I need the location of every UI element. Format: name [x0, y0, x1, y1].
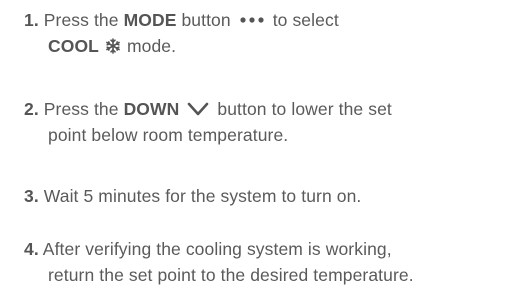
- step-line-2: return the set point to the desired temp…: [48, 265, 414, 285]
- step-text: Wait 5 minutes for the system to turn on…: [43, 186, 362, 206]
- down-button-label: DOWN: [123, 99, 180, 119]
- step-number: 2.: [24, 99, 39, 119]
- step-3: 3. Wait 5 minutes for the system to turn…: [24, 183, 504, 209]
- step-line-2: COOL mode.: [24, 33, 504, 59]
- step-text: button to lower the set: [217, 99, 392, 119]
- step-text: to select: [272, 10, 339, 30]
- cool-mode-label: COOL: [48, 36, 99, 56]
- step-4: 4. After verifying the cooling system is…: [24, 236, 504, 288]
- step-number: 3.: [24, 186, 39, 206]
- step-2: 2. Press the DOWN button to lower the set…: [24, 96, 504, 148]
- dots-icon: [240, 17, 264, 23]
- step-1: 1. Press the MODE button to select COOL mo…: [24, 7, 504, 59]
- step-text: Press the: [43, 99, 119, 119]
- instruction-steps: 1. Press the MODE button to select COOL mo…: [0, 0, 519, 294]
- step-text: mode.: [126, 36, 177, 56]
- step-number: 4.: [24, 239, 39, 259]
- step-number: 1.: [24, 10, 39, 30]
- snowflake-icon: [106, 38, 120, 54]
- chevron-down-icon: [188, 102, 209, 116]
- step-text: After verifying the cooling system is wo…: [42, 239, 392, 259]
- step-line-2: point below room temperature.: [48, 125, 289, 145]
- step-text: button: [181, 10, 231, 30]
- step-text: Press the: [43, 10, 119, 30]
- mode-button-label: MODE: [123, 10, 177, 30]
